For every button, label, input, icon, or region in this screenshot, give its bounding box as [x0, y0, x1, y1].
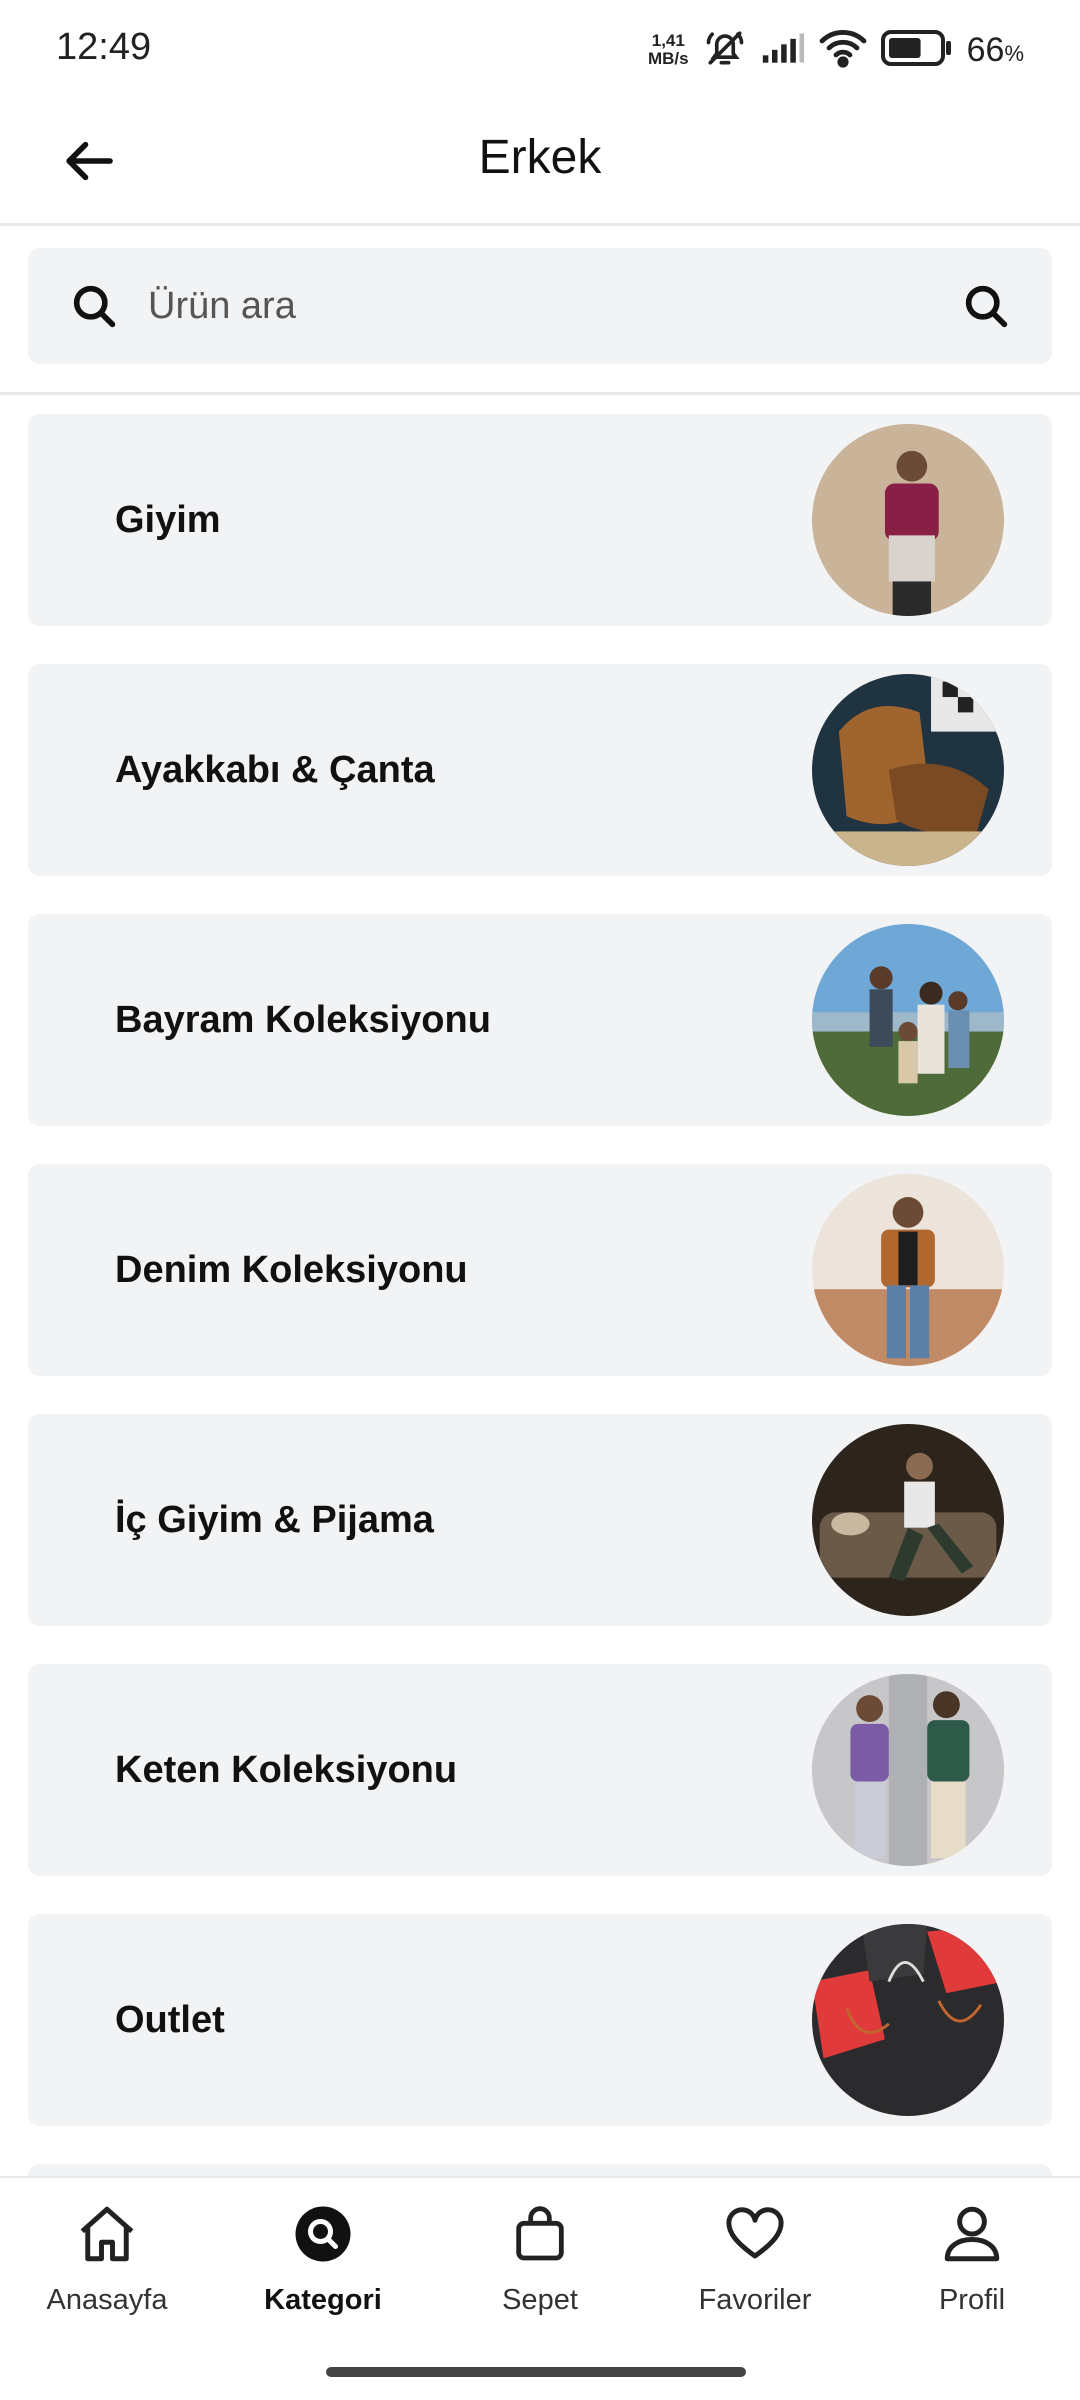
category-label: Denim Koleksiyonu — [115, 1248, 468, 1291]
wifi-icon — [819, 28, 867, 73]
nav-anasayfa[interactable]: Anasayfa — [7, 2198, 207, 2348]
category-search-icon — [287, 2198, 359, 2270]
network-speed: 1,41 MB/s — [648, 32, 689, 68]
status-time: 12:49 — [56, 26, 152, 68]
search-icon — [68, 280, 120, 332]
home-icon — [71, 2198, 143, 2270]
category-item-giyim[interactable]: Giyim — [28, 414, 1052, 626]
battery-icon — [880, 29, 953, 72]
search-submit-icon[interactable] — [960, 280, 1012, 332]
category-label: Keten Koleksiyonu — [115, 1748, 458, 1791]
nav-label: Kategori — [264, 2284, 382, 2316]
nav-favoriler[interactable]: Favoriler — [655, 2198, 855, 2348]
search-input[interactable] — [148, 248, 948, 364]
category-image — [812, 674, 1004, 866]
shopping-bag-icon — [504, 2198, 576, 2270]
page-title: Erkek — [478, 131, 602, 184]
battery-percentage: 66% — [967, 31, 1024, 70]
search-divider — [0, 392, 1080, 395]
nav-label: Favoriler — [698, 2284, 812, 2316]
category-image — [812, 1924, 1004, 2116]
category-item-ic-giyim-pijama[interactable]: İç Giyim & Pijama — [28, 1414, 1052, 1626]
category-label: Giyim — [115, 498, 221, 541]
heart-icon — [719, 2198, 791, 2270]
category-image — [812, 924, 1004, 1116]
battery-percent-unit: % — [1004, 40, 1024, 66]
network-speed-unit: MB/s — [647, 49, 689, 68]
battery-percent-value: 66 — [966, 30, 1005, 69]
category-image — [812, 1174, 1004, 1366]
nav-sepet[interactable]: Sepet — [440, 2198, 640, 2348]
category-item-outlet[interactable]: Outlet — [28, 1914, 1052, 2126]
app-header: Erkek — [0, 100, 1080, 226]
category-item-keten-koleksiyonu[interactable]: Keten Koleksiyonu — [28, 1664, 1052, 1876]
signal-icon — [761, 31, 805, 70]
category-label: Bayram Koleksiyonu — [115, 998, 491, 1041]
category-image — [812, 1424, 1004, 1616]
nav-label: Sepet — [502, 2284, 578, 2316]
status-bar: 12:49 1,41 MB/s 66% — [0, 0, 1080, 100]
status-indicators: 1,41 MB/s 66% — [648, 26, 1024, 74]
category-image — [812, 1674, 1004, 1866]
mute-icon — [703, 26, 747, 75]
category-label: Outlet — [115, 1998, 225, 2041]
nav-label: Anasayfa — [46, 2284, 168, 2316]
category-item-ayakkabi-canta[interactable]: Ayakkabı & Çanta — [28, 664, 1052, 876]
home-indicator[interactable] — [326, 2367, 746, 2377]
user-icon — [936, 2198, 1008, 2270]
nav-kategori[interactable]: Kategori — [223, 2198, 423, 2348]
nav-profil[interactable]: Profil — [872, 2198, 1072, 2348]
network-speed-value: 1,41 — [651, 31, 685, 50]
category-image — [812, 424, 1004, 616]
category-label: Ayakkabı & Çanta — [115, 748, 435, 791]
search-bar — [28, 248, 1052, 364]
category-item-denim-koleksiyonu[interactable]: Denim Koleksiyonu — [28, 1164, 1052, 1376]
category-label: İç Giyim & Pijama — [115, 1498, 434, 1541]
category-item-bayram-koleksiyonu[interactable]: Bayram Koleksiyonu — [28, 914, 1052, 1126]
nav-label: Profil — [938, 2284, 1006, 2316]
